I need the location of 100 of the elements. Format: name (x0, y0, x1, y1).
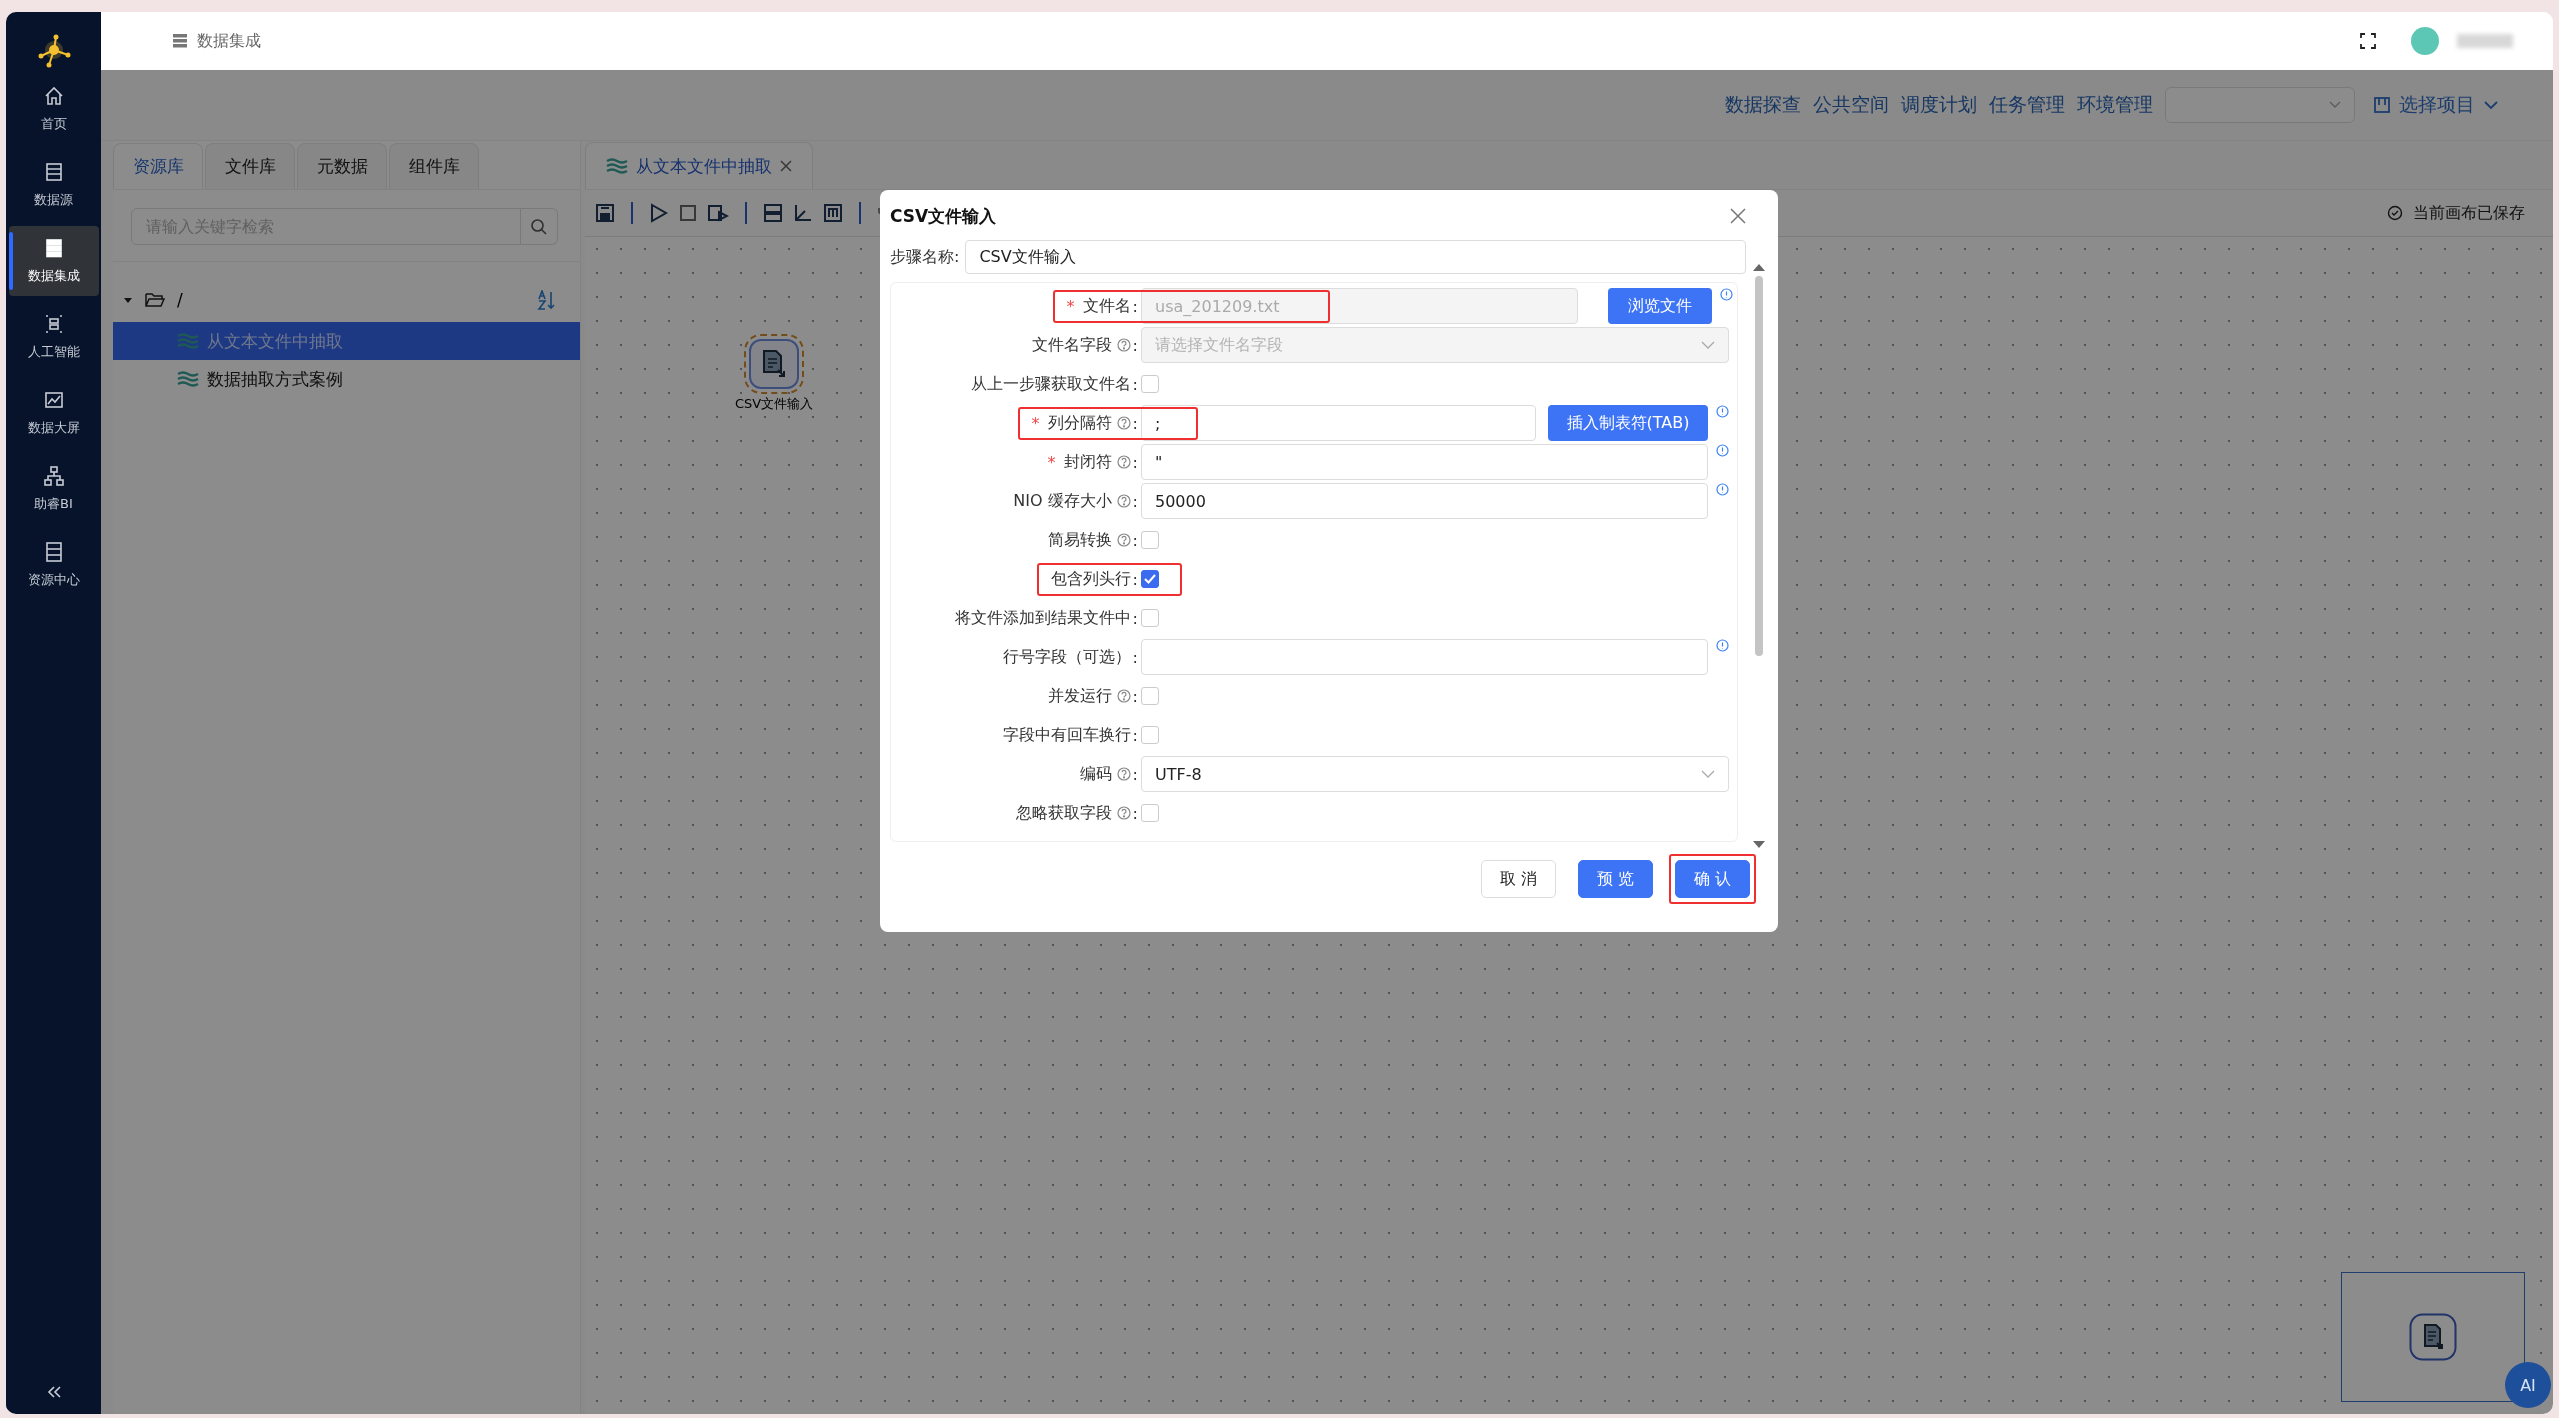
step-name-field[interactable]: CSV文件输入 (965, 240, 1746, 274)
chart-icon (42, 389, 65, 411)
checkbox[interactable] (1141, 570, 1159, 588)
text-field[interactable]: " (1141, 444, 1708, 480)
chevron-down-icon (2483, 100, 2499, 110)
editor-tab[interactable]: 从文本文件中抽取 (585, 142, 813, 189)
field-label: 文件名 (1082, 295, 1131, 317)
search-button[interactable] (521, 208, 558, 245)
list-icon (173, 34, 187, 48)
label-colon: : (1132, 452, 1138, 472)
help-icon[interactable] (1116, 533, 1131, 547)
save-icon[interactable] (595, 203, 615, 223)
save-status: 当前画布已保存 (2413, 202, 2525, 224)
field-label: 编码 (1079, 763, 1112, 785)
check-icon (1144, 574, 1156, 584)
info-icon[interactable] (1716, 483, 1729, 496)
panel-tab[interactable]: 文件库 (205, 143, 295, 189)
nav-link[interactable]: 数据探查 (1725, 92, 1801, 118)
stop-icon[interactable] (679, 204, 697, 222)
sidebar-item[interactable]: 数据源 (8, 150, 99, 220)
run-icon[interactable] (649, 203, 669, 223)
sidebar-item[interactable]: 首页 (8, 74, 99, 144)
field-label: 忽略获取字段 (1015, 802, 1112, 824)
info-icon[interactable] (1716, 444, 1729, 457)
info-icon[interactable] (1716, 639, 1729, 652)
layout-icon[interactable] (763, 203, 783, 223)
folder-icon (145, 292, 165, 308)
sidebar-item[interactable]: 资源中心 (8, 530, 99, 600)
label-colon: : (1132, 374, 1138, 394)
waves-icon (177, 371, 199, 387)
label-colon: : (1132, 803, 1138, 823)
sidebar-item[interactable]: 人工智能 (8, 302, 99, 372)
scrollbar[interactable] (1752, 262, 1766, 850)
close-icon[interactable] (780, 160, 792, 172)
redacted-username (2457, 34, 2513, 48)
help-icon[interactable] (1116, 416, 1131, 430)
text-field[interactable] (1141, 639, 1708, 675)
field-label: 并发运行 (1047, 685, 1112, 707)
search-icon[interactable] (530, 217, 548, 236)
dialog-button[interactable]: 取 消 (1480, 860, 1556, 898)
panel-tab[interactable]: 资源库 (113, 143, 203, 189)
checkbox[interactable] (1141, 804, 1159, 822)
hierarchy-icon (42, 465, 65, 487)
avatar[interactable] (2411, 27, 2439, 55)
tree-root-label[interactable]: / (177, 290, 183, 310)
label-colon: : (1132, 725, 1138, 745)
caret-icon[interactable] (123, 295, 133, 305)
checkbox[interactable] (1141, 375, 1159, 393)
select-field[interactable]: UTF-8 (1141, 756, 1729, 792)
required-mark: * (1047, 452, 1056, 472)
waves-icon (606, 158, 628, 174)
board-icon (2373, 96, 2391, 114)
info-icon[interactable] (1716, 405, 1729, 418)
help-icon[interactable] (1116, 806, 1131, 820)
checkbox[interactable] (1141, 609, 1159, 627)
node-label: CSV文件输入 (735, 395, 814, 413)
field-label: 包含列头行 (1050, 568, 1131, 590)
nav-link[interactable]: 环境管理 (2077, 92, 2153, 118)
field-label: 将文件添加到结果文件中 (954, 607, 1131, 629)
checkbox[interactable] (1141, 531, 1159, 549)
fullscreen-icon[interactable] (2359, 32, 2377, 50)
help-icon[interactable] (1116, 494, 1131, 508)
dialog-button[interactable]: 预 览 (1577, 860, 1653, 898)
check-circle-icon (2387, 205, 2403, 221)
arrow-down-icon[interactable] (1752, 840, 1766, 850)
help-icon[interactable] (1116, 689, 1131, 703)
tree-item[interactable]: 数据抽取方式案例 (113, 360, 580, 398)
help-icon[interactable] (1116, 455, 1131, 469)
document-arrow-icon (761, 349, 788, 379)
field-label: 步骤名称: (890, 246, 960, 268)
nav-link[interactable]: 调度计划 (1901, 92, 1977, 118)
nav-link[interactable]: 公共空间 (1813, 92, 1889, 118)
insert-tab-button[interactable]: 插入制表符(TAB) (1548, 405, 1708, 441)
nav-link[interactable]: 任务管理 (1989, 92, 2065, 118)
label-colon: : (1132, 413, 1138, 433)
label-colon: : (1132, 764, 1138, 784)
close-icon[interactable] (1730, 208, 1746, 224)
checkbox[interactable] (1141, 726, 1159, 744)
minimap-node-icon (2409, 1313, 2457, 1361)
panel-tab[interactable]: 元数据 (297, 143, 387, 189)
arrow-up-icon[interactable] (1752, 262, 1766, 272)
chevron-down-icon (2328, 100, 2342, 110)
axis-icon[interactable] (793, 203, 813, 223)
project-dropdown[interactable]: 选择项目 (2367, 91, 2505, 119)
checkbox[interactable] (1141, 687, 1159, 705)
dialog-button[interactable]: 确 认 (1674, 860, 1750, 898)
frame-icon[interactable] (823, 203, 843, 223)
sidebar-item[interactable]: 数据集成 (8, 226, 99, 296)
scheduled-run-icon[interactable] (707, 203, 729, 223)
chevron-down-icon (1701, 340, 1715, 350)
help-icon[interactable] (1116, 767, 1131, 781)
sidebar-item[interactable]: 助睿BI (8, 454, 99, 524)
sort-icon[interactable] (537, 290, 555, 310)
panel-tab[interactable]: 组件库 (389, 143, 479, 189)
text-field[interactable]: ; (1141, 405, 1536, 441)
sidebar-item[interactable]: 数据大屏 (8, 378, 99, 448)
text-field[interactable]: 50000 (1141, 483, 1708, 519)
label-colon: : (1132, 335, 1138, 355)
field-label: 封闭符 (1063, 451, 1112, 473)
label-colon: : (1132, 569, 1138, 589)
